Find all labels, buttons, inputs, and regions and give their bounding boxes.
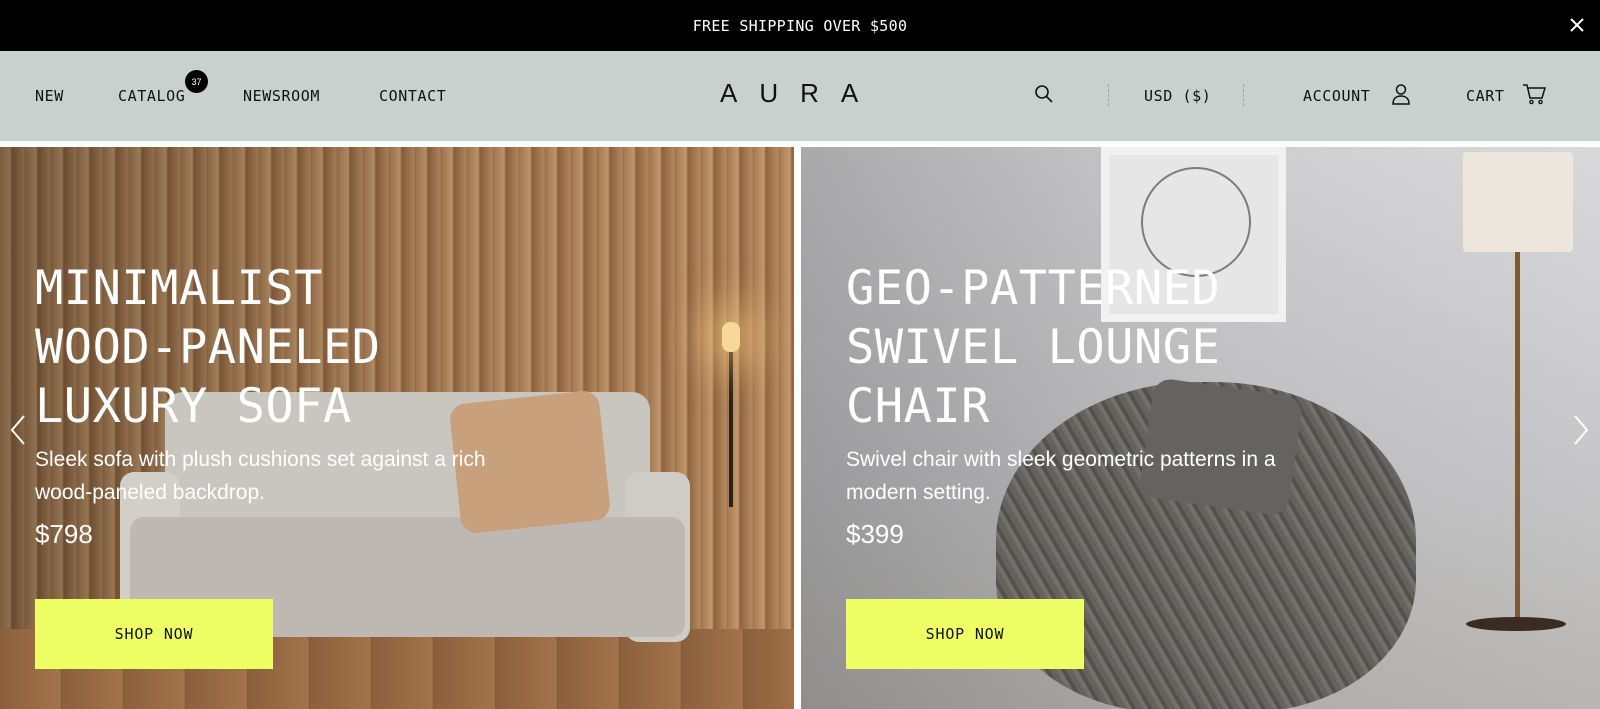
shop-now-button[interactable]: SHOP NOW xyxy=(35,599,273,669)
slide-title-line: CHAIR xyxy=(846,379,990,434)
slide-title-line: SWIVEL LOUNGE xyxy=(846,320,1221,375)
slide-title-line: WOOD-PANELED xyxy=(35,320,381,375)
chevron-left-icon[interactable] xyxy=(6,412,30,448)
slide-title-line: LUXURY SOFA xyxy=(35,379,352,434)
slide-price: $399 xyxy=(846,519,904,549)
cart-icon[interactable] xyxy=(1521,82,1547,106)
slide-description: Swivel chair with sleek geometric patter… xyxy=(846,448,1276,504)
search-icon[interactable] xyxy=(1033,83,1055,105)
hero-slide-sofa[interactable]: MINIMALIST WOOD-PANELED LUXURY SOFA Slee… xyxy=(0,147,794,709)
lamp-light-decoration xyxy=(722,322,740,352)
announcement-bar: FREE SHIPPING OVER $500 xyxy=(0,0,1600,51)
slide-description: Sleek sofa with plush cushions set again… xyxy=(35,448,486,504)
close-icon[interactable] xyxy=(1564,12,1590,38)
floor-lamp-base-decoration xyxy=(1466,617,1566,631)
lamp-decoration xyxy=(729,347,733,507)
nav-newsroom[interactable]: NEWSROOM xyxy=(243,87,320,105)
header-divider xyxy=(1108,84,1109,106)
floor-lamp-pole-decoration xyxy=(1515,252,1520,622)
nav-catalog[interactable]: CATALOG xyxy=(118,87,185,105)
floor-lamp-decoration xyxy=(1463,152,1573,252)
announcement-text: FREE SHIPPING OVER $500 xyxy=(692,16,908,35)
catalog-count-badge: 37 xyxy=(185,70,208,93)
chevron-right-icon[interactable] xyxy=(1569,412,1593,448)
slide-price: $798 xyxy=(35,519,93,549)
brand-logo[interactable]: AURA xyxy=(720,78,880,109)
account-link[interactable]: ACCOUNT xyxy=(1303,87,1370,105)
slide-title-line: MINIMALIST xyxy=(35,261,323,316)
cart-link[interactable]: CART xyxy=(1466,87,1505,105)
nav-contact[interactable]: CONTACT xyxy=(379,87,446,105)
slide-title: MINIMALIST WOOD-PANELED LUXURY SOFA xyxy=(35,259,381,436)
nav-new[interactable]: NEW xyxy=(35,87,64,105)
slide-title-line: GEO-PATTERNED xyxy=(846,261,1221,316)
user-icon[interactable] xyxy=(1390,82,1412,106)
shop-now-button[interactable]: SHOP NOW xyxy=(846,599,1084,669)
site-header: NEW CATALOG 37 NEWSROOM CONTACT AURA USD… xyxy=(0,51,1600,141)
header-divider xyxy=(1243,84,1244,106)
hero-slide-chair[interactable]: GEO-PATTERNED SWIVEL LOUNGE CHAIR Swivel… xyxy=(801,147,1600,709)
currency-selector[interactable]: USD ($) xyxy=(1144,87,1211,105)
slide-divider xyxy=(794,147,801,709)
slide-title: GEO-PATTERNED SWIVEL LOUNGE CHAIR xyxy=(846,259,1220,436)
